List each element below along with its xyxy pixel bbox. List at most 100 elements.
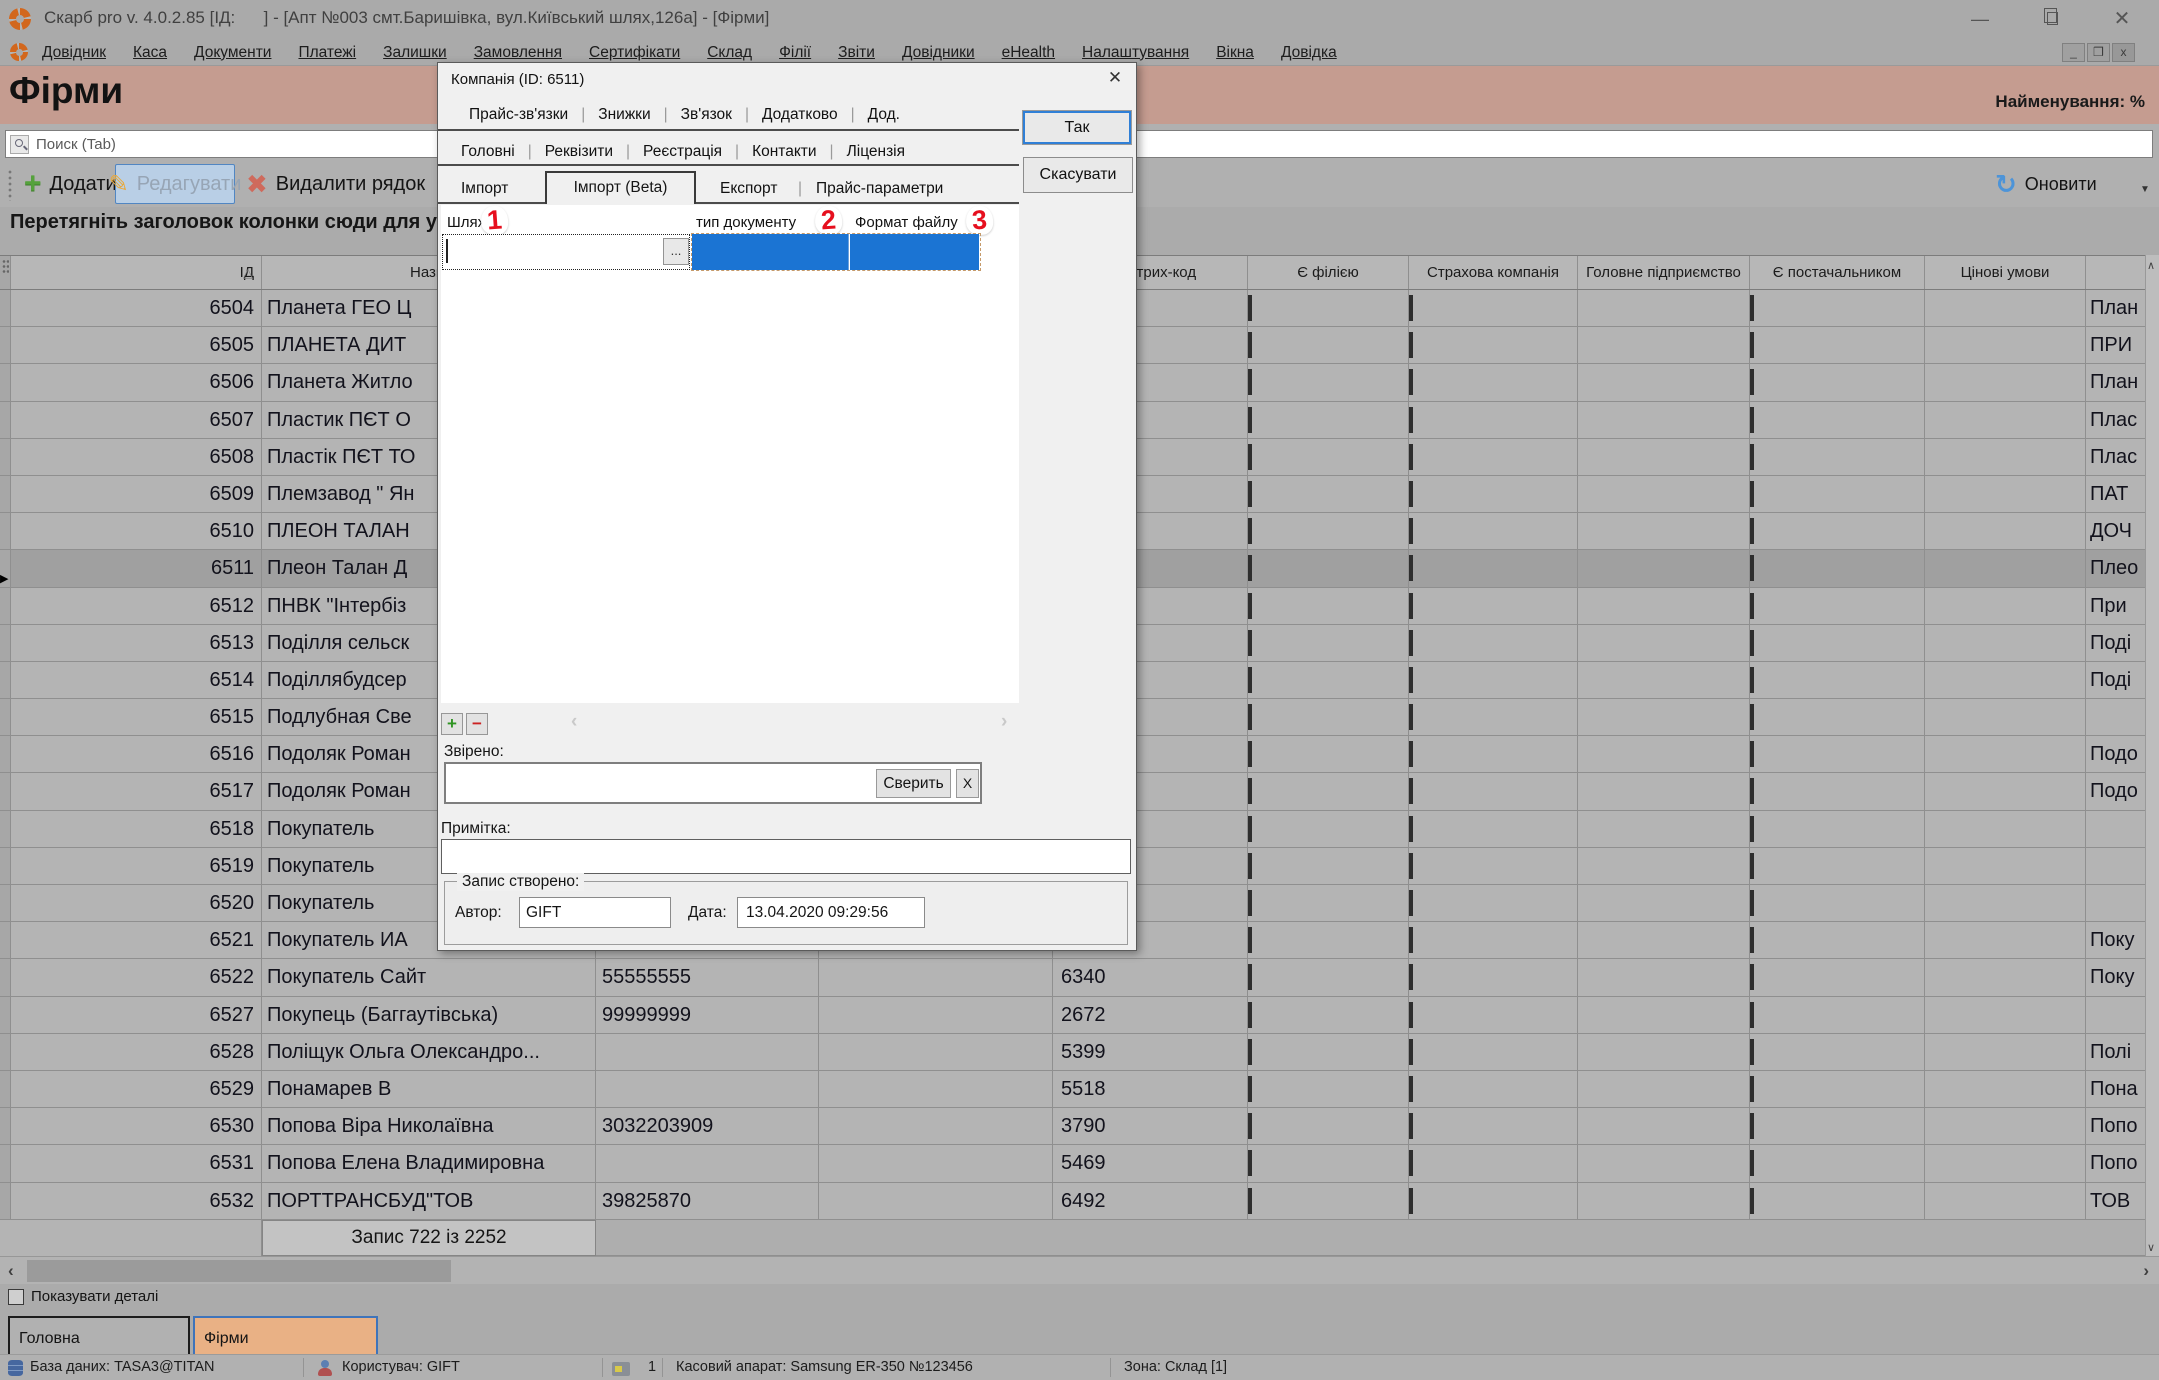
is-branch-checkbox[interactable] <box>1248 1002 1252 1028</box>
is-supplier-checkbox[interactable] <box>1750 704 1754 730</box>
is-supplier-checkbox[interactable] <box>1750 778 1754 804</box>
insurance-checkbox[interactable] <box>1409 1002 1413 1028</box>
is-supplier-cell[interactable] <box>1750 1145 1925 1182</box>
table-row[interactable]: 6531Попова Елена Владимировна5469Попо <box>0 1145 2145 1182</box>
is-branch-checkbox[interactable] <box>1248 1150 1252 1176</box>
add-import-row-button[interactable]: + <box>441 713 463 735</box>
insurance-cell[interactable] <box>1409 402 1578 439</box>
is-branch-checkbox[interactable] <box>1248 630 1252 656</box>
insurance-checkbox[interactable] <box>1409 667 1413 693</box>
tab-license[interactable]: Ліцензія <box>834 143 918 161</box>
is-supplier-checkbox[interactable] <box>1750 741 1754 767</box>
browse-button[interactable]: ... <box>663 238 689 265</box>
is-branch-checkbox[interactable] <box>1248 890 1252 916</box>
is-branch-checkbox[interactable] <box>1248 778 1252 804</box>
menu-item[interactable]: Філії <box>779 44 811 62</box>
is-branch-cell[interactable] <box>1248 550 1409 587</box>
insurance-cell[interactable] <box>1409 1108 1578 1145</box>
is-supplier-checkbox[interactable] <box>1750 964 1754 990</box>
insurance-checkbox[interactable] <box>1409 927 1413 953</box>
refresh-dropdown-icon[interactable]: ▼ <box>2140 184 2150 195</box>
insurance-checkbox[interactable] <box>1409 407 1413 433</box>
is-branch-cell[interactable] <box>1248 736 1409 773</box>
menu-item[interactable]: Звіти <box>838 44 875 62</box>
insurance-checkbox[interactable] <box>1409 444 1413 470</box>
is-supplier-checkbox[interactable] <box>1750 407 1754 433</box>
insurance-cell[interactable] <box>1409 625 1578 662</box>
menu-item[interactable]: Вікна <box>1216 44 1254 62</box>
is-supplier-checkbox[interactable] <box>1750 444 1754 470</box>
column-header-is-branch[interactable]: Є філією <box>1248 256 1409 289</box>
is-supplier-checkbox[interactable] <box>1750 667 1754 693</box>
is-branch-cell[interactable] <box>1248 1183 1409 1220</box>
doctype-selected-cell[interactable] <box>692 234 849 270</box>
toolbar-grip-handle[interactable] <box>7 169 13 201</box>
scrollbar-thumb[interactable] <box>27 1260 451 1282</box>
menu-item[interactable]: Платежі <box>298 44 356 62</box>
is-supplier-checkbox[interactable] <box>1750 481 1754 507</box>
is-supplier-cell[interactable] <box>1750 959 1925 996</box>
table-row[interactable]: 6529Понамарев В5518Пона <box>0 1071 2145 1108</box>
insurance-checkbox[interactable] <box>1409 1039 1413 1065</box>
insurance-checkbox[interactable] <box>1409 555 1413 581</box>
is-supplier-checkbox[interactable] <box>1750 295 1754 321</box>
path-input-cell[interactable]: ... <box>442 234 690 270</box>
is-branch-checkbox[interactable] <box>1248 518 1252 544</box>
column-header-price-terms[interactable]: Цінові умови <box>1925 256 2086 289</box>
is-branch-cell[interactable] <box>1248 922 1409 959</box>
is-branch-checkbox[interactable] <box>1248 667 1252 693</box>
is-branch-cell[interactable] <box>1248 662 1409 699</box>
insurance-cell[interactable] <box>1409 327 1578 364</box>
dialog-close-icon[interactable]: ✕ <box>1102 68 1128 88</box>
insurance-cell[interactable] <box>1409 1183 1578 1220</box>
ok-button[interactable]: Так <box>1023 111 1131 144</box>
menu-item[interactable]: Замовлення <box>474 44 562 62</box>
is-supplier-checkbox[interactable] <box>1750 1150 1754 1176</box>
is-branch-cell[interactable] <box>1248 959 1409 996</box>
format-selected-cell[interactable] <box>850 234 979 270</box>
insurance-cell[interactable] <box>1409 773 1578 810</box>
is-supplier-cell[interactable] <box>1750 773 1925 810</box>
insurance-checkbox[interactable] <box>1409 1076 1413 1102</box>
remove-import-row-button[interactable]: − <box>466 713 488 735</box>
verify-button[interactable]: Сверить <box>876 769 951 798</box>
is-branch-cell[interactable] <box>1248 773 1409 810</box>
is-branch-checkbox[interactable] <box>1248 816 1252 842</box>
is-supplier-checkbox[interactable] <box>1750 593 1754 619</box>
menu-item[interactable]: Каса <box>133 44 167 62</box>
is-branch-checkbox[interactable] <box>1248 1113 1252 1139</box>
menu-item[interactable]: Сертифікати <box>589 44 680 62</box>
insurance-checkbox[interactable] <box>1409 332 1413 358</box>
is-supplier-checkbox[interactable] <box>1750 816 1754 842</box>
is-branch-checkbox[interactable] <box>1248 332 1252 358</box>
is-supplier-cell[interactable] <box>1750 476 1925 513</box>
is-supplier-checkbox[interactable] <box>1750 1002 1754 1028</box>
is-branch-checkbox[interactable] <box>1248 927 1252 953</box>
insurance-cell[interactable] <box>1409 959 1578 996</box>
insurance-checkbox[interactable] <box>1409 630 1413 656</box>
is-branch-checkbox[interactable] <box>1248 1039 1252 1065</box>
is-branch-cell[interactable] <box>1248 1145 1409 1182</box>
is-supplier-checkbox[interactable] <box>1750 927 1754 953</box>
insurance-checkbox[interactable] <box>1409 853 1413 879</box>
insurance-checkbox[interactable] <box>1409 778 1413 804</box>
menu-item[interactable]: Налаштування <box>1082 44 1189 62</box>
restore-icon[interactable] <box>2030 6 2074 32</box>
is-branch-checkbox[interactable] <box>1248 444 1252 470</box>
menu-item[interactable]: Довідники <box>902 44 975 62</box>
is-supplier-cell[interactable] <box>1750 922 1925 959</box>
is-supplier-cell[interactable] <box>1750 736 1925 773</box>
tab-contacts[interactable]: Контакти <box>739 143 829 161</box>
is-supplier-cell[interactable] <box>1750 588 1925 625</box>
is-branch-checkbox[interactable] <box>1248 964 1252 990</box>
insurance-cell[interactable] <box>1409 997 1578 1034</box>
menu-item[interactable]: Залишки <box>383 44 447 62</box>
is-branch-cell[interactable] <box>1248 1071 1409 1108</box>
add-button[interactable]: + Додати <box>24 164 117 204</box>
table-row[interactable]: 6527Покупець (Баггаутівська)999999992672 <box>0 997 2145 1034</box>
is-branch-checkbox[interactable] <box>1248 295 1252 321</box>
is-branch-cell[interactable] <box>1248 327 1409 364</box>
table-row[interactable]: 6528Поліщук Ольга Олександро...5399Полі <box>0 1034 2145 1071</box>
is-branch-cell[interactable] <box>1248 885 1409 922</box>
is-supplier-checkbox[interactable] <box>1750 1076 1754 1102</box>
